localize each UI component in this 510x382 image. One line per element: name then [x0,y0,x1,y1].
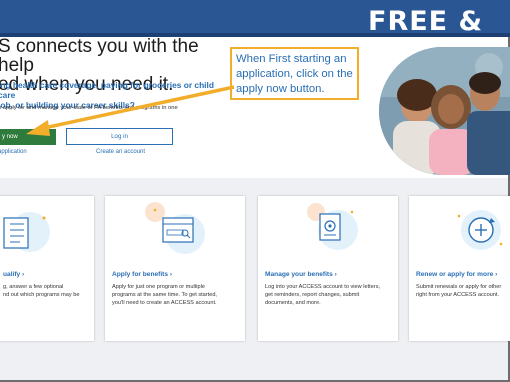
card-renew-or-apply[interactable]: Renew or apply for more › Submit renewal… [409,196,510,341]
browser-search-icon [145,202,205,254]
checklist-icon [3,212,50,252]
document-gear-icon [307,203,358,250]
card-title[interactable]: ualify › [3,271,24,278]
card-check-eligibility[interactable]: ualify › g, answer a few optional nd out… [0,196,94,341]
family-photo [379,47,510,175]
card-title[interactable]: Manage your benefits › [265,271,337,278]
card-text: Submit renewals or apply for other right… [416,284,502,298]
card-text: g, answer a few optional nd out which pr… [3,284,80,298]
card-apply-for-benefits[interactable]: Apply for benefits › Apply for just one … [105,196,245,341]
renew-plus-icon [457,210,503,250]
card-title[interactable]: Renew or apply for more › [416,271,497,278]
card-text: Log into your ACCESS account to view let… [265,284,381,306]
card-text: Apply for just one program or multiple p… [112,284,217,306]
card-title[interactable]: Apply for benefits › [112,271,172,278]
card-manage-benefits[interactable]: Manage your benefits › Log into your ACC… [258,196,398,341]
